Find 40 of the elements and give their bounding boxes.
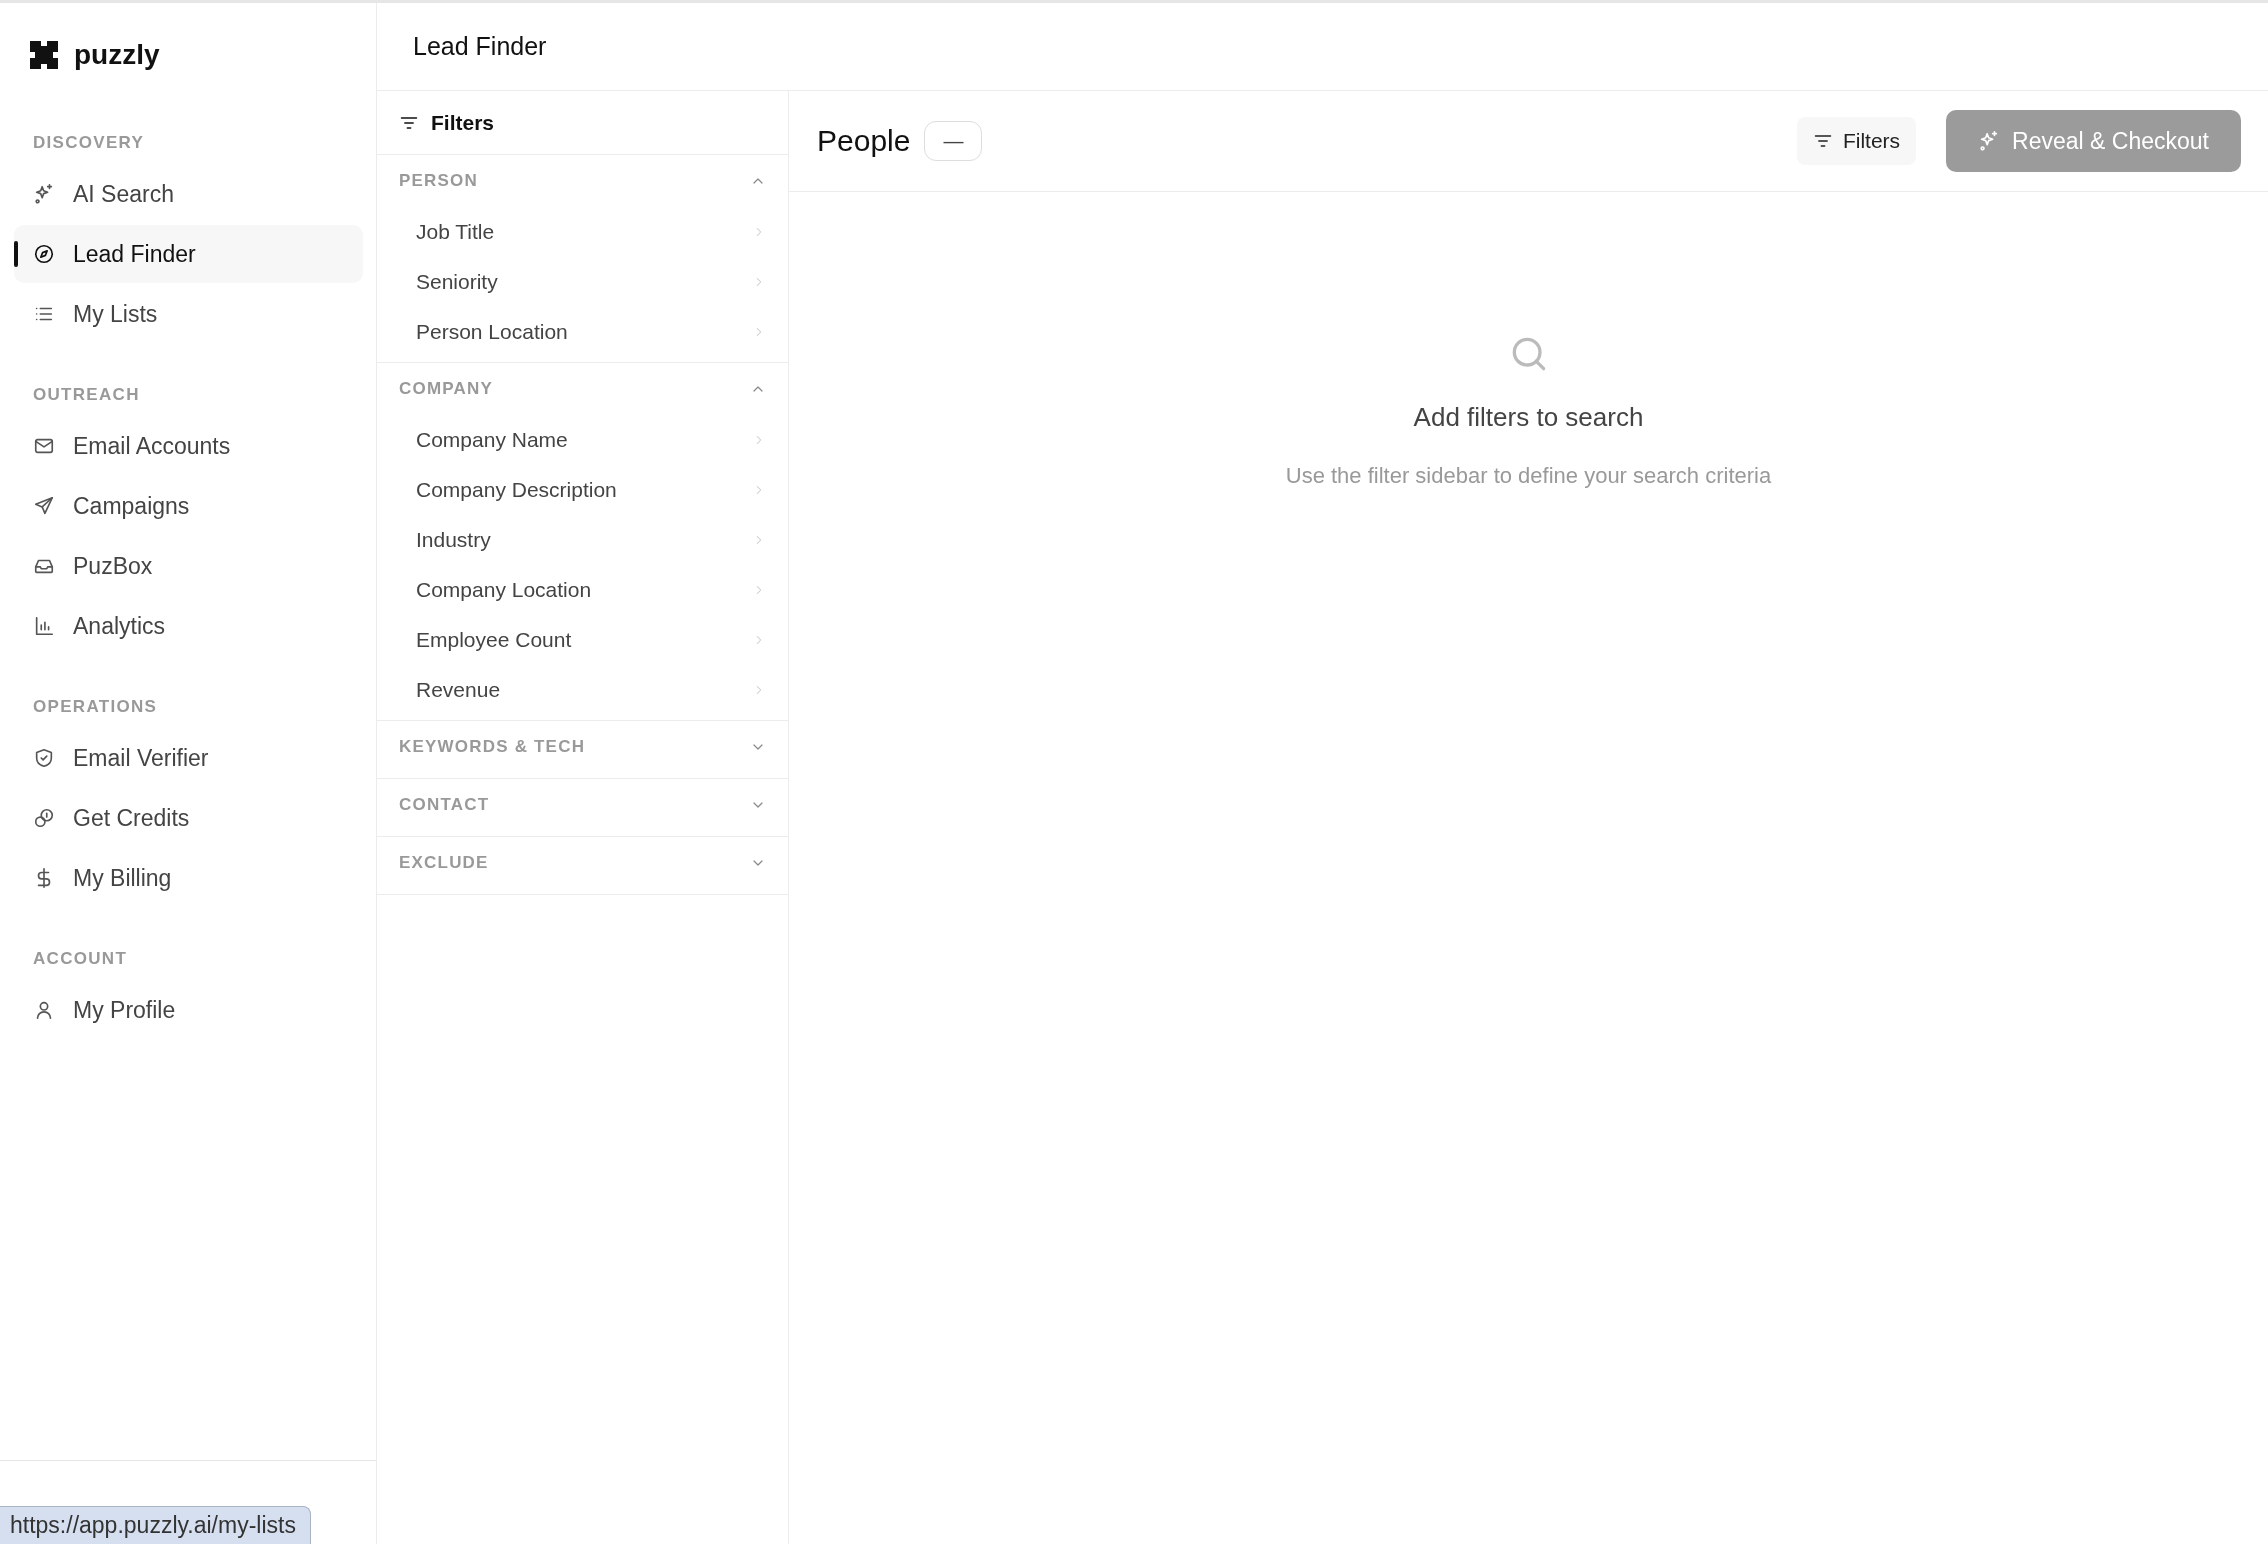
filter-item[interactable]: Employee Count <box>377 615 788 665</box>
filter-item[interactable]: Company Location <box>377 565 788 615</box>
nav-item[interactable]: Email Verifier <box>14 729 363 787</box>
filter-item[interactable]: Job Title <box>377 207 788 257</box>
filter-item[interactable]: Person Location <box>377 307 788 357</box>
filters-button[interactable]: Filters <box>1796 117 1917 165</box>
nav-item[interactable]: My Billing <box>14 849 363 907</box>
bar-chart-icon <box>33 615 55 637</box>
sparkles-icon <box>33 183 55 205</box>
filter-item[interactable]: Seniority <box>377 257 788 307</box>
section-label: OUTREACH <box>32 384 141 406</box>
empty-state-subtitle: Use the filter sidebar to define your search criteria <box>1285 463 1772 489</box>
send-icon <box>33 495 55 517</box>
filters-header: Filters <box>377 91 788 155</box>
nav-item[interactable]: Lead Finder <box>14 225 363 283</box>
nav-item[interactable]: Campaigns <box>14 477 363 535</box>
link-url-tooltip: https://app.puzzly.ai/my-lists <box>0 1506 311 1544</box>
nav-item[interactable]: AI Search <box>14 165 363 223</box>
filter-item[interactable]: Revenue <box>377 665 788 715</box>
empty-state-title: Add filters to search <box>1413 402 1644 433</box>
app-name: puzzly <box>74 39 160 71</box>
nav-item[interactable]: Analytics <box>14 597 363 655</box>
results-title: People <box>817 124 911 158</box>
nav-item[interactable]: My Profile <box>14 981 363 1039</box>
compass-icon <box>33 243 55 265</box>
logo-icon <box>28 39 60 71</box>
nav-item[interactable]: Get Credits <box>14 789 363 847</box>
filter-item[interactable]: Industry <box>377 515 788 565</box>
section-label: OPERATIONS <box>32 696 159 718</box>
shield-check-icon <box>33 747 55 769</box>
nav-item[interactable]: Email Accounts <box>14 417 363 475</box>
nav-item[interactable]: My Lists <box>14 285 363 343</box>
section-label: DISCOVERY <box>32 132 146 154</box>
count-badge: — <box>924 121 983 161</box>
nav-item[interactable]: PuzBox <box>14 537 363 595</box>
coins-icon <box>33 807 55 829</box>
section-label: ACCOUNT <box>32 948 129 970</box>
filter-item[interactable]: Company Name <box>377 415 788 465</box>
page-title: Lead Finder <box>413 32 547 61</box>
filter-item[interactable]: Company Description <box>377 465 788 515</box>
